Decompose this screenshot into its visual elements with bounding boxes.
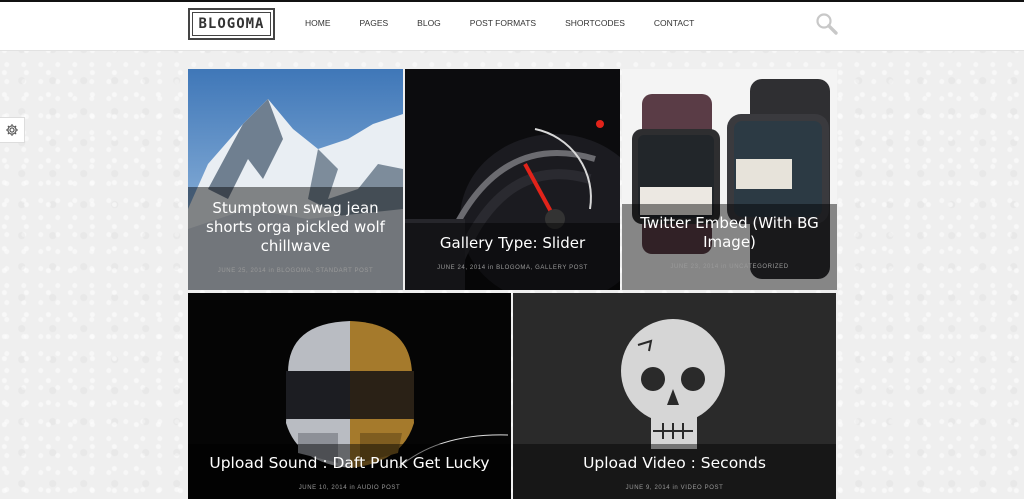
logo-text: BLOGOMA [192, 12, 271, 36]
post-categories[interactable]: BLOGOMA, GALLERY POST [496, 265, 588, 271]
nav-home[interactable]: HOME [305, 15, 331, 31]
nav-post-formats[interactable]: POST FORMATS [470, 15, 536, 31]
post-title[interactable]: Upload Video : Seconds [513, 454, 836, 473]
post-date: JUNE 10, 2014 [298, 485, 348, 491]
post-date: JUNE 24, 2014 [437, 265, 486, 271]
nav-pages[interactable]: PAGES [360, 15, 389, 31]
post-title[interactable]: Twitter Embed (With BG Image) [622, 214, 837, 252]
site-logo[interactable]: BLOGOMA [188, 8, 275, 40]
post-caption: Upload Video : Seconds JUNE 9, 2014 IN V… [513, 444, 836, 499]
post-categories[interactable]: AUDIO POST [357, 485, 400, 491]
post-meta-in: IN [268, 268, 275, 274]
post-meta-in: IN [721, 264, 727, 270]
post-title[interactable]: Upload Sound : Daft Punk Get Lucky [188, 454, 511, 473]
main-nav: HOME PAGES BLOG POST FORMATS SHORTCODES … [305, 15, 694, 31]
post-meta-in: IN [672, 485, 679, 491]
post-categories[interactable]: UNCATEGORIZED [729, 264, 788, 270]
post-meta: JUNE 24, 2014 IN BLOGOMA, GALLERY POST [405, 265, 620, 271]
gear-icon [6, 124, 18, 136]
nav-shortcodes[interactable]: SHORTCODES [565, 15, 625, 31]
post-meta-in: IN [487, 265, 494, 271]
post-caption: Upload Sound : Daft Punk Get Lucky JUNE … [188, 444, 511, 499]
post-meta-in: IN [349, 485, 356, 491]
post-date: JUNE 9, 2014 [625, 485, 671, 491]
post-card[interactable]: Stumptown swag jean shorts orga pickled … [188, 69, 403, 290]
post-categories[interactable]: BLOGOMA, STANDART POST [277, 268, 374, 274]
post-card[interactable]: Upload Video : Seconds JUNE 9, 2014 IN V… [513, 293, 836, 499]
search-icon[interactable] [815, 12, 839, 36]
post-card[interactable]: Gallery Type: Slider JUNE 24, 2014 IN BL… [405, 69, 620, 290]
nav-contact[interactable]: CONTACT [654, 15, 694, 31]
post-meta: JUNE 23, 2014 IN UNCATEGORIZED [622, 264, 837, 270]
post-meta: JUNE 25, 2014 IN BLOGOMA, STANDART POST [188, 268, 403, 274]
post-card[interactable]: Upload Sound : Daft Punk Get Lucky JUNE … [188, 293, 511, 499]
nav-blog[interactable]: BLOG [417, 15, 441, 31]
post-caption: Stumptown swag jean shorts orga pickled … [188, 187, 403, 290]
post-categories[interactable]: VIDEO POST [681, 485, 724, 491]
post-title[interactable]: Stumptown swag jean shorts orga pickled … [188, 199, 403, 256]
post-caption: Twitter Embed (With BG Image) JUNE 23, 2… [622, 204, 837, 290]
post-caption: Gallery Type: Slider JUNE 24, 2014 IN BL… [405, 223, 620, 290]
post-date: JUNE 25, 2014 [217, 268, 267, 274]
post-meta: JUNE 10, 2014 IN AUDIO POST [188, 485, 511, 491]
settings-toggle[interactable] [0, 117, 25, 143]
site-header: BLOGOMA HOME PAGES BLOG POST FORMATS SHO… [0, 2, 1024, 51]
post-card[interactable]: Twitter Embed (With BG Image) JUNE 23, 2… [622, 69, 837, 290]
post-title[interactable]: Gallery Type: Slider [405, 234, 620, 253]
post-date: JUNE 23, 2014 [670, 264, 719, 270]
post-meta: JUNE 9, 2014 IN VIDEO POST [513, 485, 836, 491]
